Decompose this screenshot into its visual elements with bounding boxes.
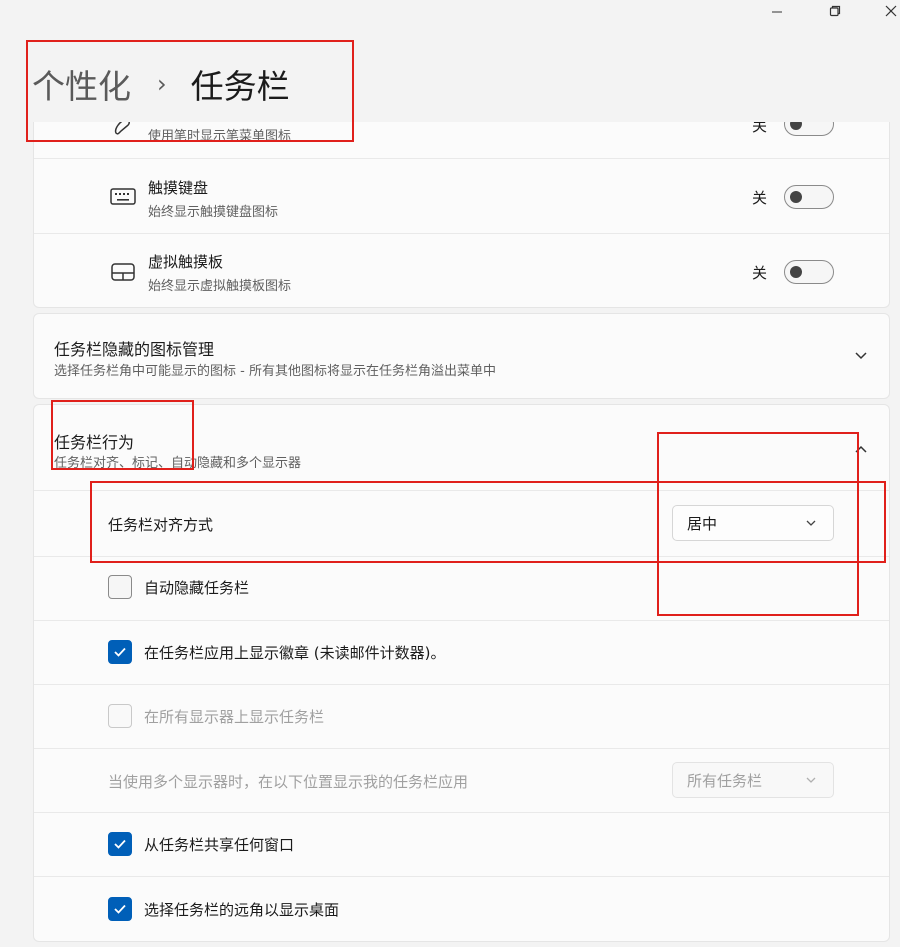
- breadcrumb-separator: ›: [157, 70, 167, 98]
- hidden-icons-title: 任务栏隐藏的图标管理: [54, 340, 215, 359]
- virtual-touchpad-row: 虚拟触摸板 始终显示虚拟触摸板图标 关: [34, 234, 889, 307]
- multi-display-row: 当使用多个显示器时，在以下位置显示我的任务栏应用 所有任务栏: [34, 749, 889, 813]
- pen-icon: [110, 122, 136, 138]
- virtual-touchpad-subtitle: 始终显示虚拟触摸板图标: [148, 279, 292, 294]
- pen-menu-subtitle: 使用笔时显示笔菜单图标: [148, 129, 292, 144]
- chevron-up-icon[interactable]: [853, 441, 869, 457]
- pen-menu-row: 使用笔时显示笔菜单图标 关: [34, 122, 889, 159]
- share-window-checkbox[interactable]: [108, 832, 132, 856]
- auto-hide-checkbox[interactable]: [108, 575, 132, 599]
- behaviors-title: 任务栏行为: [54, 433, 135, 452]
- breadcrumb-parent[interactable]: 个性化: [32, 60, 131, 108]
- alignment-row: 任务栏对齐方式 居中: [34, 491, 889, 557]
- breadcrumb: 个性化 › 任务栏: [32, 60, 290, 108]
- behaviors-header[interactable]: 任务栏行为 任务栏对齐、标记、自动隐藏和多个显示器: [34, 405, 889, 491]
- chevron-down-icon[interactable]: [853, 348, 869, 364]
- hidden-icons-card[interactable]: 任务栏隐藏的图标管理 选择任务栏角中可能显示的图标 - 所有其他图标将显示在任务…: [33, 313, 890, 399]
- virtual-touchpad-title: 虚拟触摸板: [148, 253, 224, 271]
- badges-label: 在任务栏应用上显示徽章 (未读邮件计数器)。: [144, 644, 446, 662]
- virtual-touchpad-toggle-state: 关: [752, 264, 768, 282]
- alignment-label: 任务栏对齐方式: [108, 516, 214, 534]
- hidden-icons-subtitle: 选择任务栏角中可能显示的图标 - 所有其他图标将显示在任务栏角溢出菜单中: [54, 364, 496, 379]
- touch-keyboard-title: 触摸键盘: [148, 179, 209, 197]
- share-window-label: 从任务栏共享任何窗口: [144, 836, 295, 854]
- far-corner-checkbox[interactable]: [108, 897, 132, 921]
- touch-keyboard-row: 触摸键盘 始终显示触摸键盘图标 关: [34, 159, 889, 234]
- checkmark-icon: [114, 904, 126, 914]
- minimize-button[interactable]: [762, 0, 792, 22]
- toggle-knob: [790, 191, 802, 203]
- toggle-knob: [790, 122, 802, 130]
- corner-icons-card: 使用笔时显示笔菜单图标 关 触摸键盘 始终显示触摸键盘图标 关 虚拟触摸板 始终…: [33, 122, 890, 308]
- alignment-value: 居中: [687, 514, 718, 533]
- chevron-down-icon: [806, 520, 816, 526]
- alignment-dropdown[interactable]: 居中: [672, 505, 834, 541]
- auto-hide-label: 自动隐藏任务栏: [144, 579, 250, 597]
- restore-icon: [829, 5, 841, 17]
- badges-row: 在任务栏应用上显示徽章 (未读邮件计数器)。: [34, 621, 889, 685]
- close-button[interactable]: [876, 0, 900, 22]
- maximize-button[interactable]: [820, 0, 850, 22]
- toggle-knob: [790, 266, 802, 278]
- behaviors-subtitle: 任务栏对齐、标记、自动隐藏和多个显示器: [54, 456, 302, 471]
- page-title: 任务栏: [190, 67, 290, 106]
- multi-display-value: 所有任务栏: [687, 771, 763, 790]
- pen-menu-toggle-state: 关: [752, 122, 768, 135]
- far-corner-label: 选择任务栏的远角以显示桌面: [144, 901, 340, 919]
- checkmark-icon: [114, 647, 126, 657]
- touch-keyboard-toggle-state: 关: [752, 189, 768, 207]
- badges-checkbox[interactable]: [108, 640, 132, 664]
- all-displays-label: 在所有显示器上显示任务栏: [144, 708, 325, 726]
- auto-hide-row: 自动隐藏任务栏: [34, 557, 889, 621]
- touchpad-icon: [110, 261, 136, 283]
- pen-menu-toggle[interactable]: [784, 122, 834, 136]
- far-corner-row: 选择任务栏的远角以显示桌面: [34, 877, 889, 941]
- taskbar-behaviors-card: 任务栏行为 任务栏对齐、标记、自动隐藏和多个显示器 任务栏对齐方式 居中 自动隐…: [33, 404, 890, 942]
- checkmark-icon: [114, 839, 126, 849]
- touch-keyboard-toggle[interactable]: [784, 185, 834, 209]
- touch-keyboard-subtitle: 始终显示触摸键盘图标: [148, 205, 279, 220]
- multi-display-dropdown[interactable]: 所有任务栏: [672, 762, 834, 798]
- minimize-icon: [772, 11, 782, 13]
- virtual-touchpad-toggle[interactable]: [784, 260, 834, 284]
- all-displays-checkbox[interactable]: [108, 704, 132, 728]
- all-displays-row: 在所有显示器上显示任务栏: [34, 685, 889, 749]
- share-window-row: 从任务栏共享任何窗口: [34, 813, 889, 877]
- close-icon: [885, 5, 897, 17]
- multi-display-label: 当使用多个显示器时，在以下位置显示我的任务栏应用: [108, 773, 469, 791]
- title-bar: [0, 0, 900, 22]
- keyboard-icon: [110, 186, 136, 208]
- chevron-down-icon: [806, 777, 816, 783]
